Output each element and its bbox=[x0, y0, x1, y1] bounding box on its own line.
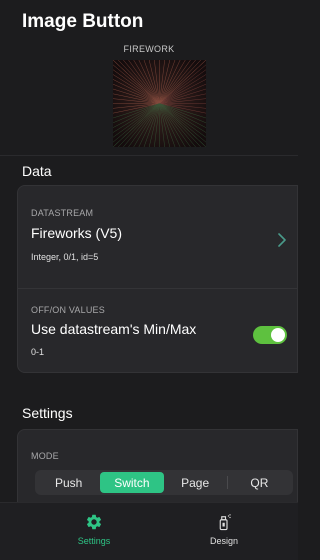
nav-label-settings: Settings bbox=[77, 536, 111, 546]
values-range: 0-1 bbox=[31, 347, 45, 357]
nav-label-design: Design bbox=[209, 536, 238, 546]
mode-option-qr[interactable]: QR bbox=[228, 472, 291, 493]
gear-icon bbox=[86, 514, 102, 530]
mode-option-page[interactable]: Page bbox=[164, 472, 227, 493]
data-card: DATASTREAM Fireworks (V5) Integer, 0/1, … bbox=[17, 185, 298, 373]
datastream-row[interactable]: DATASTREAM Fireworks (V5) Integer, 0/1, … bbox=[18, 186, 297, 288]
mode-segmented-control: Push Switch Page QR bbox=[35, 470, 293, 495]
data-section-title: Data bbox=[22, 163, 52, 179]
bottom-nav: Settings Design bbox=[0, 502, 298, 560]
datastream-name: Fireworks (V5) bbox=[31, 225, 123, 241]
values-label: Use datastream's Min/Max bbox=[31, 321, 197, 337]
image-preview[interactable] bbox=[113, 60, 206, 147]
section-divider bbox=[0, 155, 298, 156]
values-row: OFF/ON VALUES Use datastream's Min/Max 0… bbox=[18, 289, 297, 374]
page-title: Image Button bbox=[22, 11, 144, 32]
settings-card: MODE Push Switch Page QR bbox=[17, 429, 298, 511]
settings-section-title: Settings bbox=[22, 405, 73, 421]
firework-image bbox=[113, 60, 206, 147]
datastream-caption: DATASTREAM bbox=[31, 208, 94, 218]
datastream-details: Integer, 0/1, id=5 bbox=[31, 252, 99, 262]
mode-option-switch[interactable]: Switch bbox=[100, 472, 164, 493]
mode-option-push[interactable]: Push bbox=[37, 472, 100, 493]
spray-can-icon bbox=[219, 514, 231, 531]
mode-caption: MODE bbox=[31, 451, 59, 461]
chevron-right-icon bbox=[278, 233, 286, 247]
toggle-knob bbox=[271, 328, 285, 342]
preview-label: FIREWORK bbox=[123, 44, 175, 54]
nav-item-design[interactable]: Design bbox=[179, 513, 269, 546]
nav-item-settings[interactable]: Settings bbox=[49, 513, 139, 546]
minmax-toggle[interactable] bbox=[253, 326, 287, 344]
values-caption: OFF/ON VALUES bbox=[31, 305, 105, 315]
